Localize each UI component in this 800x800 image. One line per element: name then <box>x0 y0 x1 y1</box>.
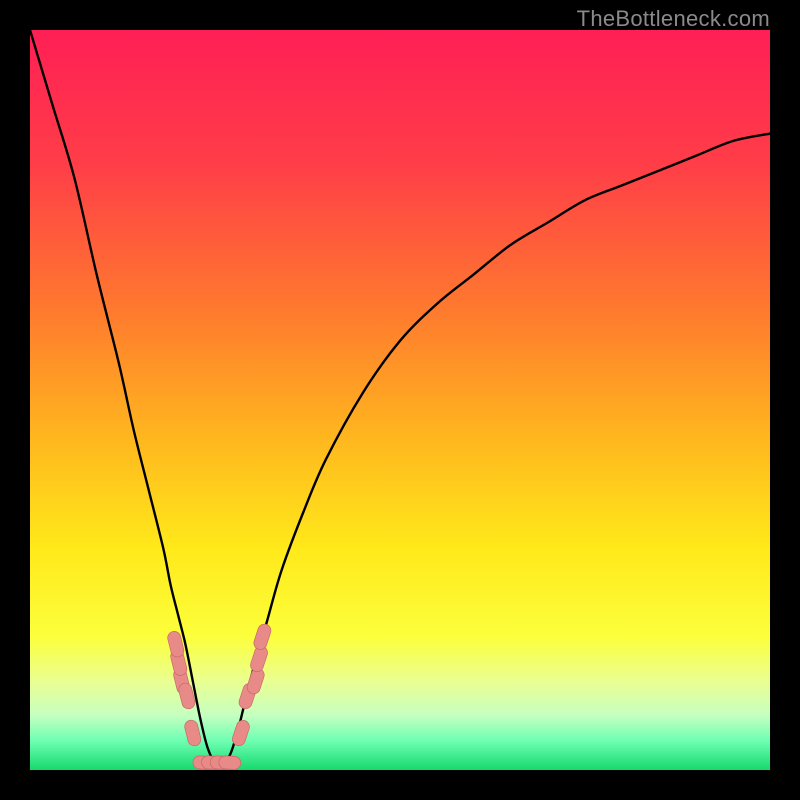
plot-area <box>30 30 770 770</box>
curve-layer <box>30 30 770 770</box>
bottleneck-curve <box>30 30 770 764</box>
chart-frame: TheBottleneck.com <box>0 0 800 800</box>
watermark-text: TheBottleneck.com <box>577 6 770 32</box>
curve-marker <box>218 756 241 770</box>
marker-group <box>166 622 272 769</box>
curve-marker <box>183 719 202 747</box>
curve-marker <box>252 622 272 651</box>
curve-marker <box>231 719 251 748</box>
